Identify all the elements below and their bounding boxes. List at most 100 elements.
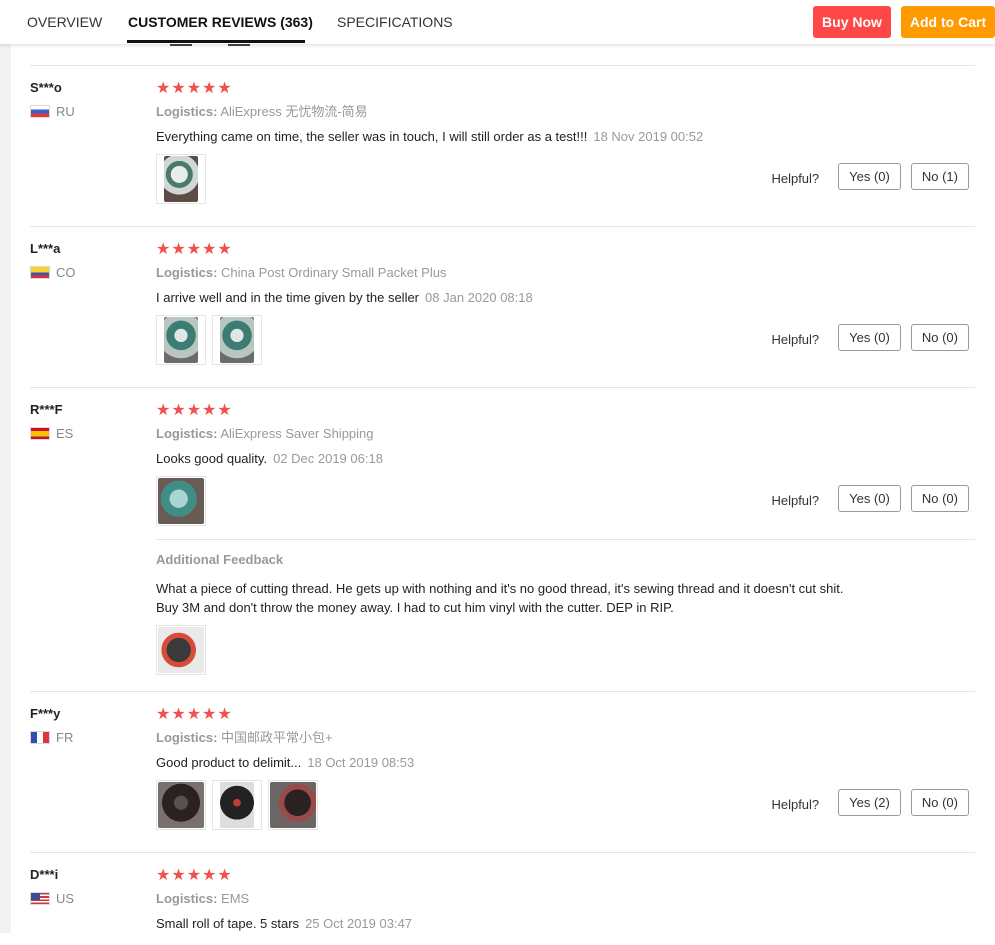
review-text-line: Small roll of tape. 5 stars 25 Oct 2019 0… — [156, 915, 975, 933]
helpful-label: Helpful? — [771, 493, 820, 508]
photo-image — [220, 317, 254, 363]
review-text-line: Good product to delimit... 18 Oct 2019 08… — [156, 754, 975, 772]
review-text: Everything came on time, the seller was … — [156, 129, 588, 144]
review-text-line: Everything came on time, the seller was … — [156, 128, 975, 146]
logistics-value: China Post Ordinary Small Packet Plus — [221, 265, 447, 280]
star-rating: ★★★★★ — [156, 241, 233, 258]
reviewer-info: S***o RU — [30, 80, 140, 119]
review-text-line: Looks good quality. 02 Dec 2019 06:18 — [156, 450, 975, 468]
reviewer-info: D***i US — [30, 867, 140, 906]
photo-image — [164, 317, 198, 363]
flag-es-icon — [30, 426, 50, 440]
country-code: US — [56, 890, 75, 906]
vote-no-button[interactable]: No (1) — [910, 163, 969, 190]
review-text: Small roll of tape. 5 stars — [156, 916, 300, 931]
reviewer-info: R***F ES — [30, 402, 140, 441]
helpful-vote: Helpful? Yes (0) No (0) — [771, 485, 969, 512]
tab-customer-reviews[interactable]: CUSTOMER REVIEWS (363) — [128, 14, 313, 30]
star-rating: ★★★★★ — [156, 402, 233, 419]
review-item: S***o RU ★★★★★ Logistics: AliExpress 无忧物… — [30, 66, 975, 227]
review-photo-thumbnail[interactable] — [156, 625, 206, 675]
logistics-label: Logistics: — [156, 730, 218, 745]
helpful-vote: Helpful? Yes (0) No (1) — [771, 163, 969, 190]
review-content: ★★★★★ Logistics: China Post Ordinary Sma… — [156, 227, 975, 377]
country-code: CO — [56, 264, 76, 280]
vote-yes-button[interactable]: Yes (2) — [838, 789, 901, 816]
vote-no-button[interactable]: No (0) — [910, 324, 969, 351]
review-content: ★★★★★ Logistics: EMS Small roll of tape.… — [156, 853, 975, 945]
country-code: FR — [56, 729, 74, 745]
review-photo-thumbnail[interactable] — [156, 780, 206, 830]
vote-yes-button[interactable]: Yes (0) — [838, 163, 901, 190]
reviewer-name: R***F — [30, 402, 63, 417]
review-text: I arrive well and in the time given by t… — [156, 290, 420, 305]
flag-us-icon — [30, 891, 50, 905]
star-rating: ★★★★★ — [156, 867, 233, 884]
logistics-label: Logistics: — [156, 426, 218, 441]
reviewer-name: S***o — [30, 80, 62, 95]
flag-ru-icon — [30, 104, 50, 118]
buy-now-button[interactable]: Buy Now — [813, 6, 891, 38]
helpful-label: Helpful? — [771, 332, 820, 347]
reviewer-country: ES — [30, 425, 140, 441]
logistics-line: Logistics: 中国邮政平常小包+ — [156, 729, 975, 747]
review-photo-thumbnail[interactable] — [156, 476, 206, 526]
review-date: 08 Jan 2020 08:18 — [425, 290, 533, 305]
reviewer-country: US — [30, 890, 140, 906]
review-photo-thumbnail[interactable] — [156, 315, 206, 365]
page-left-gutter — [0, 0, 11, 933]
review-item: L***a CO ★★★★★ Logistics: China Post Ord… — [30, 227, 975, 388]
review-photo-thumbnail[interactable] — [212, 780, 262, 830]
helpful-label: Helpful? — [771, 171, 820, 186]
active-tab-indicator — [127, 40, 305, 43]
vote-yes-button[interactable]: Yes (0) — [838, 485, 901, 512]
review-item: R***F ES ★★★★★ Logistics: AliExpress Sav… — [30, 388, 975, 692]
helpful-vote: Helpful? Yes (0) No (0) — [771, 324, 969, 351]
logistics-label: Logistics: — [156, 265, 218, 280]
review-photo-thumbnail[interactable] — [212, 315, 262, 365]
logistics-line: Logistics: AliExpress Saver Shipping — [156, 425, 975, 443]
product-tab-bar: OVERVIEW CUSTOMER REVIEWS (363) SPECIFIC… — [0, 0, 995, 44]
vote-yes-button[interactable]: Yes (0) — [838, 324, 901, 351]
add-to-cart-button[interactable]: Add to Cart — [901, 6, 995, 38]
photo-image — [270, 782, 316, 828]
photo-image — [164, 156, 198, 202]
star-rating: ★★★★★ — [156, 80, 233, 97]
photo-image — [158, 782, 204, 828]
review-photo-thumbnail[interactable] — [156, 154, 206, 204]
review-date: 02 Dec 2019 06:18 — [273, 451, 383, 466]
review-text: Looks good quality. — [156, 451, 268, 466]
flag-fr-icon — [30, 730, 50, 744]
country-code: ES — [56, 425, 74, 441]
logistics-value: AliExpress Saver Shipping — [220, 426, 374, 441]
logistics-value: AliExpress 无忧物流-简易 — [220, 104, 368, 119]
reviewer-info: L***a CO — [30, 241, 140, 280]
reviewer-info: F***y FR — [30, 706, 140, 745]
review-content: ★★★★★ Logistics: 中国邮政平常小包+ Good product … — [156, 692, 975, 842]
logistics-label: Logistics: — [156, 104, 218, 119]
review-text-line: I arrive well and in the time given by t… — [156, 289, 975, 307]
logistics-line: Logistics: AliExpress 无忧物流-简易 — [156, 103, 975, 121]
country-code: RU — [56, 103, 75, 119]
photo-image — [158, 627, 204, 673]
vote-no-button[interactable]: No (0) — [910, 485, 969, 512]
review-content: ★★★★★ Logistics: AliExpress 无忧物流-简易 Ever… — [156, 66, 975, 216]
review-text: Good product to delimit... — [156, 755, 302, 770]
tab-specifications[interactable]: SPECIFICATIONS — [337, 14, 453, 30]
review-photo-thumbnail[interactable] — [268, 780, 318, 830]
review-item: D***i US ★★★★★ Logistics: EMS Small roll… — [30, 853, 975, 943]
review-date: 25 Oct 2019 03:47 — [305, 916, 413, 931]
photo-image — [220, 782, 254, 828]
reviewer-country: RU — [30, 103, 140, 119]
reviewer-name: D***i — [30, 867, 59, 882]
review-item: F***y FR ★★★★★ Logistics: 中国邮政平常小包+ Good… — [30, 692, 975, 853]
logistics-label: Logistics: — [156, 891, 218, 906]
reviewer-name: F***y — [30, 706, 61, 721]
reviewer-country: CO — [30, 264, 140, 280]
review-content: ★★★★★ Logistics: AliExpress Saver Shippi… — [156, 388, 975, 687]
reviewer-name: L***a — [30, 241, 61, 256]
tab-overview[interactable]: OVERVIEW — [27, 14, 102, 30]
additional-feedback-images — [156, 625, 975, 675]
vote-no-button[interactable]: No (0) — [910, 789, 969, 816]
star-rating: ★★★★★ — [156, 706, 233, 723]
